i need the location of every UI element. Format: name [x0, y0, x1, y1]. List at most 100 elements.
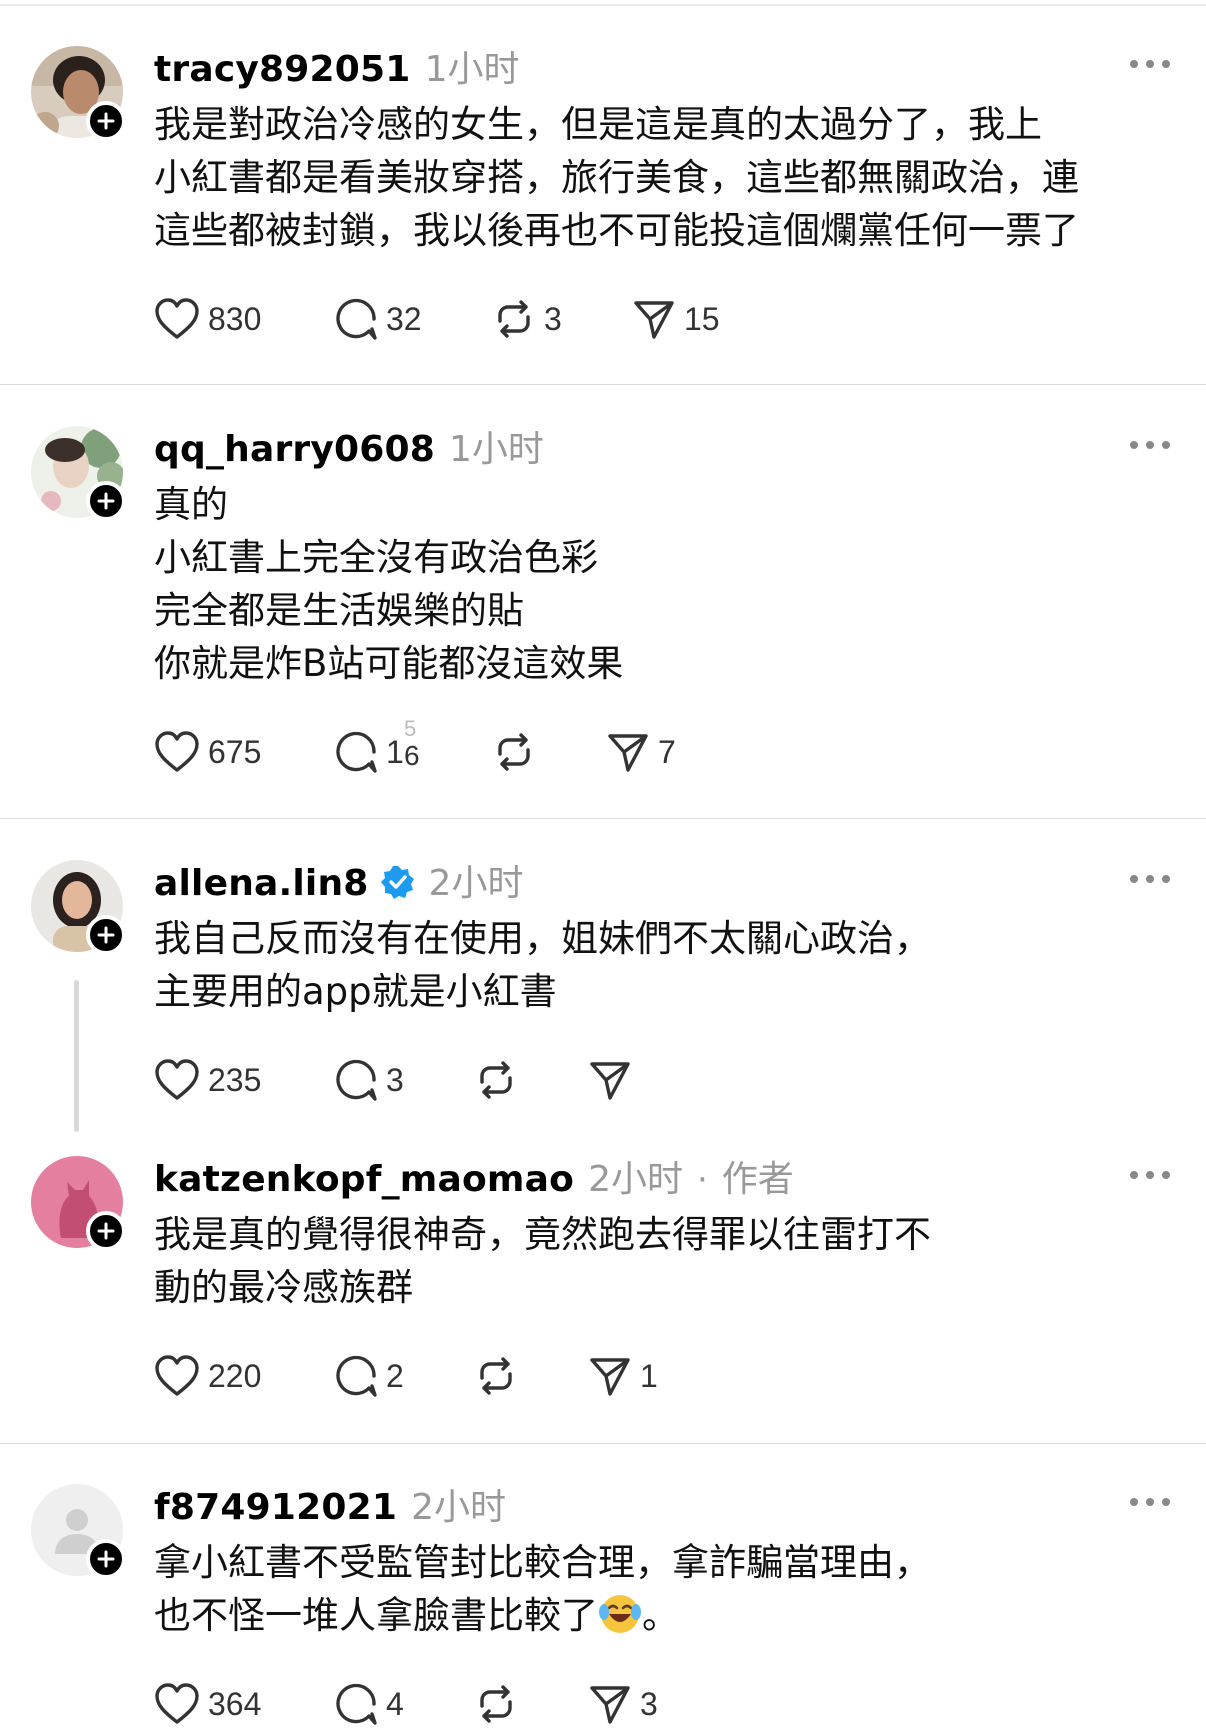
like-button[interactable]: 364: [154, 1680, 261, 1728]
like-button[interactable]: 220: [154, 1352, 261, 1400]
avatar[interactable]: [31, 426, 126, 521]
share-button[interactable]: 1: [588, 1352, 658, 1400]
repost-icon: [480, 1357, 512, 1395]
like-count: 830: [208, 300, 262, 337]
repost-icon: [480, 1685, 512, 1723]
reply-count: 3: [386, 1061, 404, 1098]
share-button[interactable]: 3: [588, 1680, 658, 1728]
follow-button[interactable]: [86, 1211, 126, 1251]
plus-icon: [97, 1550, 115, 1568]
repost-button[interactable]: [474, 1680, 518, 1728]
follow-button[interactable]: [86, 481, 126, 521]
username[interactable]: allena.lin8: [154, 863, 369, 904]
comment-icon: [336, 1355, 377, 1397]
repost-button[interactable]: [492, 728, 536, 776]
reply-button[interactable]: 1 5 6: [334, 716, 426, 776]
timestamp: 2小时: [428, 863, 524, 904]
post-text-line-last: 也不怪一堆人拿臉書比較了 。: [154, 1589, 1114, 1642]
comment-icon: [336, 1683, 377, 1725]
reply-button[interactable]: 2: [334, 1352, 404, 1400]
share-button[interactable]: [588, 1056, 632, 1104]
repost-button[interactable]: [474, 1056, 518, 1104]
username[interactable]: katzenkopf_maomao: [154, 1159, 574, 1200]
heart-icon: [155, 1059, 199, 1100]
post-text: 我是對政治冷感的女生，但是這是真的太過分了，我上 小紅書都是看美妝穿搭，旅行美食…: [154, 98, 1114, 257]
like-button[interactable]: 675: [154, 728, 261, 776]
reply-count-prefix: 1: [386, 734, 404, 770]
reply-count: 32: [386, 300, 422, 337]
post-text-segment: 。: [642, 1594, 679, 1637]
username[interactable]: qq_harry0608: [154, 429, 435, 470]
verified-badge-icon: [380, 866, 414, 899]
avatar[interactable]: [31, 860, 126, 955]
post-text-line: 我是對政治冷感的女生，但是這是真的太過分了，我上: [154, 103, 1042, 146]
post-header: f874912021 2小时: [154, 1478, 506, 1530]
heart-icon: [155, 1683, 199, 1724]
post-text-line: 主要用的app就是小紅書: [154, 970, 557, 1013]
reply-button[interactable]: 4: [334, 1680, 404, 1728]
follow-button[interactable]: [86, 1539, 126, 1579]
plus-icon: [97, 1222, 115, 1240]
share-button[interactable]: 15: [632, 295, 720, 343]
heart-icon: [155, 731, 199, 772]
more-options-button[interactable]: [1130, 871, 1170, 887]
share-count: 7: [658, 733, 676, 770]
author-tag: 作者: [721, 1159, 794, 1200]
post-text-line: 你就是炸B站可能都沒這效果: [154, 642, 624, 685]
post-text: 我自己反而沒有在使用，姐妹們不太關心政治， 主要用的app就是小紅書: [154, 912, 1114, 1018]
post-header: katzenkopf_maomao 2小时 · 作者: [154, 1150, 794, 1202]
send-icon: [634, 301, 674, 339]
top-divider: [0, 4, 1206, 6]
like-button[interactable]: 830: [154, 295, 261, 343]
comment-icon: [336, 1059, 377, 1101]
post-text: 我是真的覺得很神奇，竟然跑去得罪以往雷打不 動的最冷感族群: [154, 1208, 1114, 1314]
timestamp: 2小时: [588, 1159, 683, 1200]
plus-icon: [97, 112, 115, 130]
post-text-line: 我自己反而沒有在使用，姐妹們不太關心政治，: [154, 917, 931, 960]
repost-icon: [498, 733, 530, 771]
heart-icon: [155, 1355, 199, 1396]
post-text: 拿小紅書不受監管封比較合理，拿詐騙當理由， 也不怪一堆人拿臉書比較了 。: [154, 1536, 1114, 1642]
share-count: 3: [640, 1685, 658, 1722]
post-text-line: 我是真的覺得很神奇，竟然跑去得罪以往雷打不: [154, 1213, 931, 1256]
more-options-button[interactable]: [1130, 56, 1170, 72]
post-text-line: 這些都被封鎖，我以後再也不可能投這個爛黨任何一票了: [154, 209, 1079, 252]
share-count: 15: [684, 300, 720, 337]
post-text-segment: 也不怪一堆人拿臉書比較了: [154, 1594, 598, 1637]
thread-line: [74, 980, 79, 1132]
post-header: qq_harry0608 1小时: [154, 420, 544, 472]
post-header: tracy892051 1小时: [154, 40, 519, 92]
repost-icon: [498, 300, 530, 338]
share-button[interactable]: 7: [606, 728, 676, 776]
avatar[interactable]: [31, 1156, 126, 1251]
timestamp: 1小时: [449, 429, 544, 470]
post-text-line: 動的最冷感族群: [154, 1266, 413, 1309]
follow-button[interactable]: [86, 915, 126, 955]
more-options-button[interactable]: [1130, 1167, 1170, 1183]
comment-icon: [336, 298, 377, 340]
post-divider: [0, 1443, 1206, 1444]
more-options-button[interactable]: [1130, 437, 1170, 453]
username[interactable]: f874912021: [154, 1487, 397, 1528]
follow-button[interactable]: [86, 101, 126, 141]
post-text-line: 真的: [154, 483, 228, 526]
heart-icon: [155, 298, 199, 339]
post-divider: [0, 384, 1206, 385]
repost-count: 3: [544, 300, 562, 337]
username[interactable]: tracy892051: [154, 49, 411, 90]
avatar[interactable]: [31, 1484, 126, 1579]
reply-button[interactable]: 32: [334, 295, 422, 343]
more-options-button[interactable]: [1130, 1494, 1170, 1510]
like-count: 220: [208, 1357, 262, 1394]
avatar[interactable]: [31, 46, 126, 141]
repost-button[interactable]: 3: [492, 295, 562, 343]
send-icon: [608, 734, 648, 772]
like-button[interactable]: 235: [154, 1056, 261, 1104]
reply-button[interactable]: 3: [334, 1056, 404, 1104]
post-divider: [0, 818, 1206, 819]
post-text-line: 小紅書上完全沒有政治色彩: [154, 536, 598, 579]
like-count: 675: [208, 733, 262, 770]
send-icon: [590, 1358, 630, 1396]
reply-count: 1 5 6: [386, 716, 426, 776]
repost-button[interactable]: [474, 1352, 518, 1400]
